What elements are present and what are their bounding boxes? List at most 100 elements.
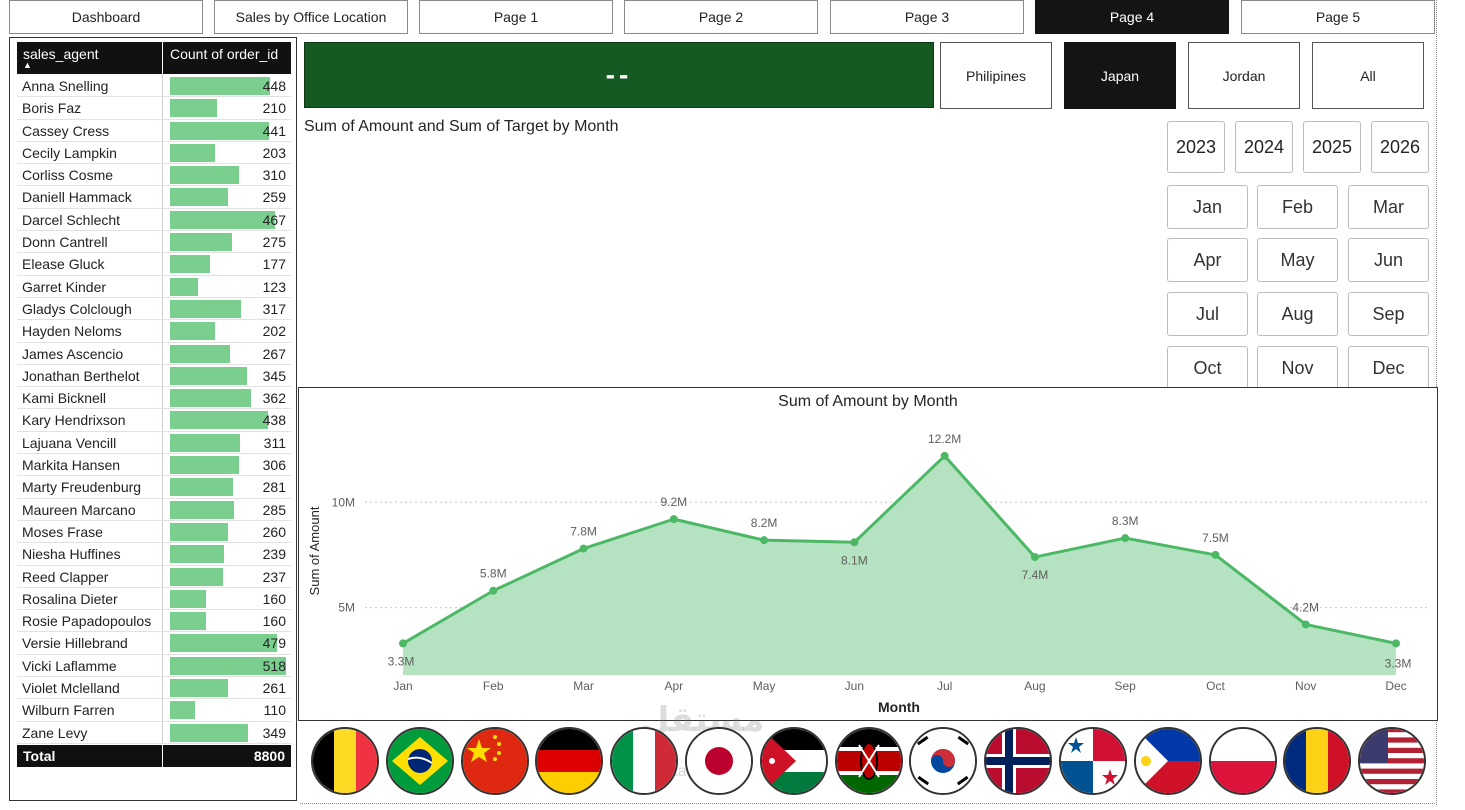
table-row[interactable]: Gladys Colclough 317 <box>17 297 291 321</box>
order-count: 210 <box>262 100 286 117</box>
data-bar <box>170 188 228 207</box>
month-option-feb[interactable]: Feb <box>1257 185 1338 229</box>
nav-tab-sales-by-office-location[interactable]: Sales by Office Location <box>214 0 408 34</box>
jordan-flag[interactable] <box>759 727 828 795</box>
order-count: 448 <box>262 78 286 94</box>
table-row[interactable]: Hayden Neloms 202 <box>17 320 291 343</box>
agent-name: Marty Freudenburg <box>22 479 142 496</box>
table-row[interactable]: Daniell Hammack 259 <box>17 186 291 209</box>
nav-tab-dashboard[interactable]: Dashboard <box>9 0 203 34</box>
table-row[interactable]: Cassey Cress 441 <box>17 119 291 142</box>
year-option-2026[interactable]: 2026 <box>1371 121 1429 173</box>
order-count: 110 <box>263 702 286 719</box>
usa-flag[interactable] <box>1358 727 1427 795</box>
month-option-nov[interactable]: Nov <box>1257 346 1338 390</box>
table-row[interactable]: Lajuana Vencill 311 <box>17 431 291 455</box>
month-option-aug[interactable]: Aug <box>1257 292 1338 336</box>
month-option-jun[interactable]: Jun <box>1348 238 1429 282</box>
column-header-count-order-id[interactable]: Count of order_id <box>170 46 278 62</box>
panama-flag[interactable] <box>1059 727 1127 795</box>
table-row[interactable]: Maureen Marcano 285 <box>17 498 291 521</box>
table-row[interactable]: Moses Frase 260 <box>17 520 291 544</box>
table-row[interactable]: Vicki Laflamme 518 <box>17 654 291 678</box>
kenya-flag[interactable] <box>834 727 903 795</box>
table-row[interactable]: Niesha Huffines 239 <box>17 543 291 566</box>
table-row[interactable]: Rosalina Dieter 160 <box>17 587 291 611</box>
table-row[interactable]: Kami Bicknell 362 <box>17 387 291 410</box>
table-row[interactable]: Versie Hillebrand 479 <box>17 632 291 655</box>
month-option-oct[interactable]: Oct <box>1167 346 1248 390</box>
table-row[interactable]: Cecily Lampkin 203 <box>17 141 291 165</box>
order-count: 306 <box>262 457 286 474</box>
nav-tab-page-1[interactable]: Page 1 <box>419 0 613 34</box>
agent-name: Versie Hillebrand <box>22 635 128 652</box>
amount-by-month-chart[interactable]: Sum of Amount by Month 5M 10M Sum of Amount… <box>298 387 1438 721</box>
poland-flag[interactable] <box>1208 727 1277 795</box>
order-count: 518 <box>262 657 286 674</box>
month-option-sep[interactable]: Sep <box>1348 292 1429 336</box>
romania-flag[interactable] <box>1283 727 1352 795</box>
year-option-2024[interactable]: 2024 <box>1235 121 1293 173</box>
table-row[interactable]: Jonathan Berthelot 345 <box>17 364 291 388</box>
table-row[interactable]: Reed Clapper 237 <box>17 565 291 588</box>
table-row[interactable]: Rosie Papadopoulos 160 <box>17 610 291 633</box>
china-flag[interactable] <box>460 727 529 795</box>
country-option-all[interactable]: All <box>1312 42 1424 109</box>
table-row[interactable]: Darcel Schlecht 467 <box>17 208 291 232</box>
column-header-sales-agent[interactable]: sales_agent <box>23 46 99 62</box>
x-tick-label: Jul <box>937 679 952 693</box>
table-row[interactable]: Boris Faz 210 <box>17 97 291 120</box>
table-row[interactable]: Kary Hendrixson 438 <box>17 409 291 432</box>
data-bar <box>170 255 210 274</box>
table-row[interactable]: Anna Snelling 448 <box>17 75 291 98</box>
table-row[interactable]: Marty Freudenburg 281 <box>17 476 291 499</box>
nav-tab-page-4[interactable]: Page 4 <box>1035 0 1229 34</box>
country-option-jordan[interactable]: Jordan <box>1188 42 1300 109</box>
table-row[interactable]: Markita Hansen 306 <box>17 454 291 477</box>
japan-flag[interactable] <box>685 727 753 795</box>
agent-name: Lajuana Vencill <box>22 434 117 451</box>
data-label: 5.8M <box>480 567 507 581</box>
year-option-2023[interactable]: 2023 <box>1167 121 1225 173</box>
month-option-jan[interactable]: Jan <box>1167 185 1248 229</box>
table-row[interactable]: Zane Levy 349 <box>17 721 291 744</box>
data-bar <box>170 322 216 341</box>
month-option-dec[interactable]: Dec <box>1348 346 1429 390</box>
table-row[interactable]: Wilburn Farren 110 <box>17 699 291 722</box>
nav-tab-page-5[interactable]: Page 5 <box>1241 0 1435 34</box>
table-row[interactable]: Garret Kinder 123 <box>17 275 291 298</box>
nav-tab-page-3[interactable]: Page 3 <box>830 0 1024 34</box>
table-row[interactable]: Elease Gluck 177 <box>17 253 291 276</box>
total-label: Total <box>23 748 56 764</box>
month-option-jul[interactable]: Jul <box>1167 292 1248 336</box>
country-option-japan[interactable]: Japan <box>1064 42 1176 109</box>
brazil-flag[interactable] <box>385 727 454 795</box>
agent-name: Boris Faz <box>22 100 82 117</box>
south-korea-flag[interactable] <box>909 727 978 795</box>
month-option-apr[interactable]: Apr <box>1167 238 1248 282</box>
month-option-may[interactable]: May <box>1257 238 1338 282</box>
order-count: 467 <box>262 211 286 228</box>
table-row[interactable]: James Ascencio 267 <box>17 342 291 365</box>
order-count: 479 <box>262 635 286 652</box>
belgium-flag[interactable] <box>311 727 379 795</box>
data-bar <box>170 277 198 296</box>
sort-asc-icon[interactable]: ▲ <box>23 60 32 70</box>
month-option-mar[interactable]: Mar <box>1348 185 1429 229</box>
germany-flag[interactable] <box>535 727 604 795</box>
data-bar <box>170 567 224 586</box>
norway-flag[interactable] <box>984 727 1053 795</box>
italy-flag[interactable] <box>610 727 679 795</box>
order-count: 177 <box>262 256 286 273</box>
table-row[interactable]: Corliss Cosme 310 <box>17 164 291 187</box>
agent-name: Cassey Cress <box>22 122 110 139</box>
philippines-flag[interactable] <box>1133 727 1202 795</box>
agent-name: Vicki Laflamme <box>22 657 117 674</box>
country-option-philipines[interactable]: Philipines <box>940 42 1052 109</box>
nav-tab-page-2[interactable]: Page 2 <box>624 0 818 34</box>
order-count: 438 <box>262 412 286 429</box>
table-row[interactable]: Violet Mclelland 261 <box>17 677 291 700</box>
year-option-2025[interactable]: 2025 <box>1303 121 1361 173</box>
x-axis-label: Month <box>878 699 920 715</box>
table-row[interactable]: Donn Cantrell 275 <box>17 231 291 254</box>
